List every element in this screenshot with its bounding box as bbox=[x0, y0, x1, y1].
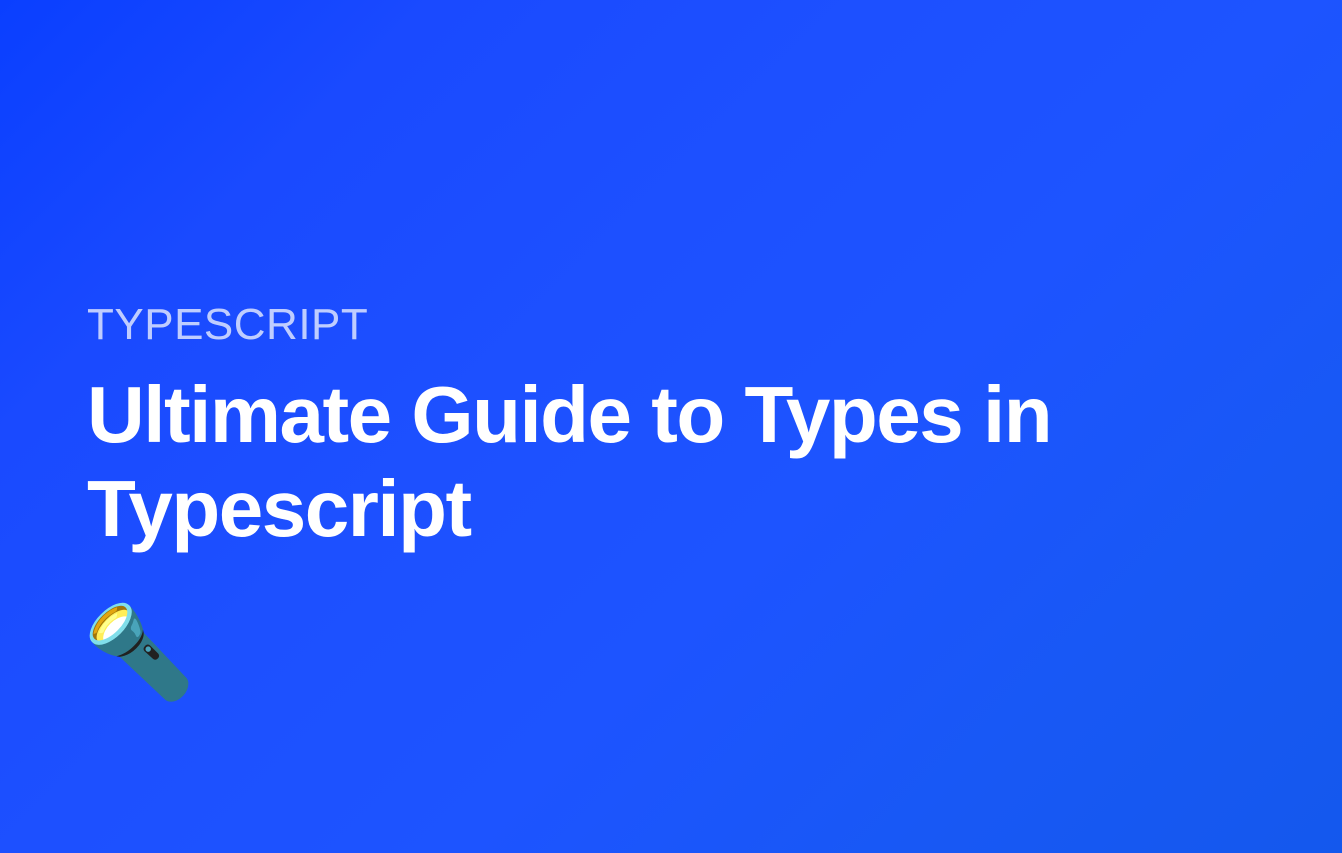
hero-content: TYPESCRIPT Ultimate Guide to Types in Ty… bbox=[87, 300, 1342, 557]
article-title: Ultimate Guide to Types in Typescript bbox=[87, 368, 1342, 557]
flashlight-icon: 🔦 bbox=[83, 608, 195, 698]
category-label: TYPESCRIPT bbox=[87, 300, 1342, 350]
